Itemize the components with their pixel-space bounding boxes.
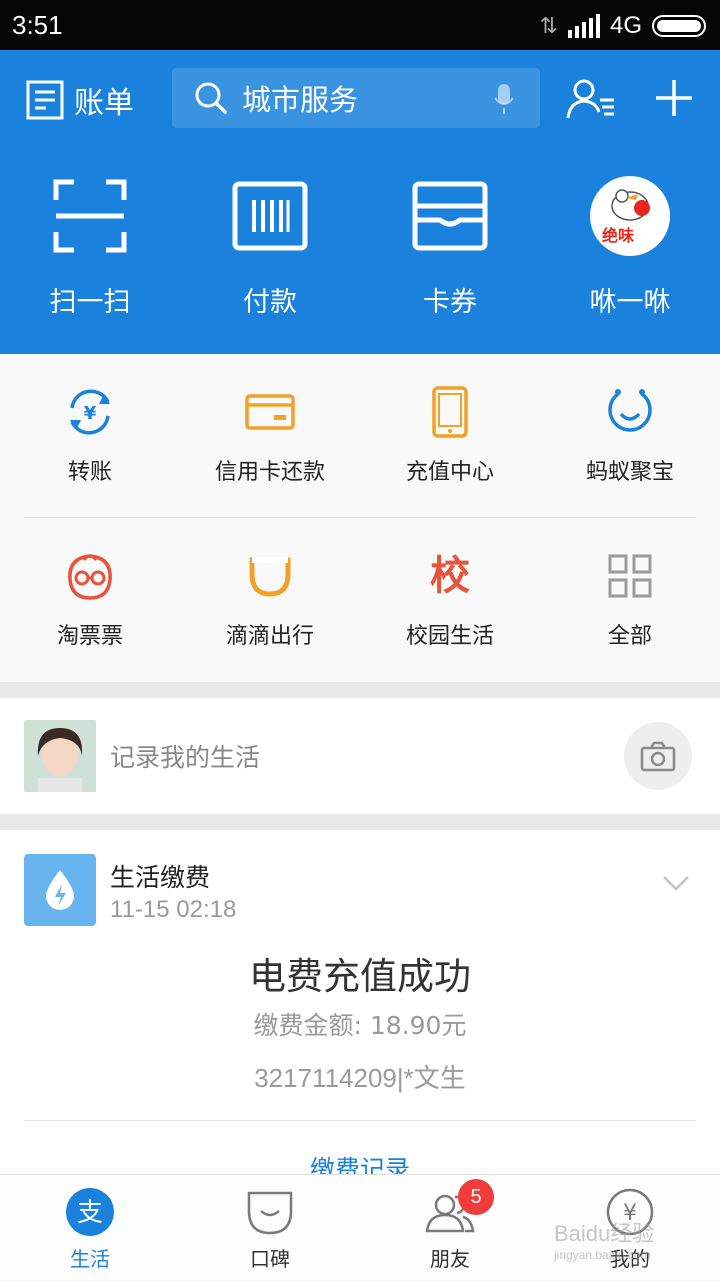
record-life-bar[interactable]: 记录我的生活 — [0, 698, 720, 814]
search-icon — [195, 82, 227, 114]
xiu-button[interactable]: 绝味 咻一咻 — [540, 176, 720, 326]
watermark-subtext: jingyan.baidu.com — [554, 1248, 651, 1262]
ant-fortune-icon — [608, 389, 652, 432]
avatar[interactable] — [24, 720, 96, 792]
status-bar: 3:51 ⇅ 4G — [0, 0, 720, 50]
didi-icon — [249, 557, 291, 597]
service-label: 转账 — [67, 460, 112, 485]
service-campus[interactable]: 校 校园生活 — [360, 518, 540, 682]
services-row: 淘票票 滴滴出行 校 校园生活 全部 — [0, 518, 720, 682]
cards-label: 卡券 — [423, 287, 477, 318]
search-placeholder: 城市服务 — [242, 83, 359, 117]
service-label: 淘票票 — [56, 624, 123, 649]
service-didi[interactable]: 滴滴出行 — [180, 518, 360, 682]
status-indicators: ⇅ 4G — [540, 8, 706, 44]
services-row: ¥ 转账 信用卡还款 充值中心 蚂蚁聚宝 — [0, 354, 720, 518]
app-header: 账单 城市服务 — [0, 50, 720, 146]
service-ant-fortune[interactable]: 蚂蚁聚宝 — [540, 354, 720, 518]
card-coupon-icon — [412, 181, 488, 251]
top-panel: 账单 城市服务 扫一扫 付款 卡券 绝味 咻一咻 — [0, 50, 720, 354]
barcode-pay-icon — [232, 181, 308, 251]
camera-icon — [640, 741, 676, 772]
data-transfer-icon: ⇅ — [539, 13, 558, 38]
section-gap — [0, 682, 720, 698]
scan-icon — [53, 179, 127, 253]
quick-actions: 扫一扫 付款 卡券 绝味 咻一咻 — [0, 176, 720, 326]
service-label: 信用卡还款 — [214, 460, 325, 485]
scan-label: 扫一扫 — [49, 287, 131, 318]
signal-icon — [567, 14, 600, 38]
chevron-down-icon[interactable] — [662, 874, 690, 892]
network-type: 4G — [609, 12, 642, 39]
battery-icon — [652, 15, 706, 37]
grid-icon — [608, 554, 652, 598]
card-title: 生活缴费 — [110, 863, 211, 892]
transfer-icon: ¥ — [70, 389, 110, 435]
service-credit-card[interactable]: 信用卡还款 — [180, 354, 360, 518]
service-label: 充值中心 — [405, 460, 494, 485]
service-label: 滴滴出行 — [225, 624, 314, 649]
tab-friends[interactable]: 朋友 — [360, 1175, 540, 1281]
tab-life[interactable]: 支 生活 — [0, 1175, 180, 1281]
search-input[interactable]: 城市服务 — [172, 68, 540, 128]
service-all[interactable]: 全部 — [540, 518, 720, 682]
bill-label: 账单 — [74, 86, 134, 121]
taopiaopiao-icon — [68, 554, 112, 600]
watermark-text: Baidu经验 — [554, 1221, 655, 1246]
phone-recharge-icon — [432, 386, 468, 438]
cards-button[interactable]: 卡券 — [360, 176, 540, 326]
notification-badge: 5 — [458, 1179, 494, 1215]
bill-icon — [26, 80, 64, 120]
svg-text:¥: ¥ — [84, 403, 97, 424]
payment-card: 生活缴费 11-15 02:18 电费充值成功 缴费金额: 18.90元 321… — [0, 830, 720, 1184]
tab-label: 口碑 — [250, 1247, 290, 1271]
svg-text:支: 支 — [77, 1198, 103, 1228]
section-gap — [0, 814, 720, 830]
xiu-label: 咻一咻 — [589, 287, 671, 318]
service-label: 校园生活 — [405, 624, 494, 649]
card-account: 3217114209|*文生 — [254, 1063, 466, 1093]
service-recharge[interactable]: 充值中心 — [360, 354, 540, 518]
tab-koubei[interactable]: 口碑 — [180, 1175, 360, 1281]
juewei-logo: 绝味 — [590, 176, 670, 256]
record-life-text: 记录我的生活 — [110, 743, 261, 772]
bill-button[interactable]: 账单 — [26, 78, 134, 122]
camera-button[interactable] — [624, 722, 692, 790]
service-transfer[interactable]: ¥ 转账 — [0, 354, 180, 518]
status-time: 3:51 — [12, 10, 63, 40]
life-tab-icon: 支 — [66, 1188, 114, 1236]
service-taopiaopiao[interactable]: 淘票票 — [0, 518, 180, 682]
credit-card-icon — [245, 394, 295, 430]
card-amount: 缴费金额: 18.90元 — [253, 1011, 467, 1040]
campus-icon: 校 — [430, 553, 470, 599]
scan-button[interactable]: 扫一扫 — [0, 176, 180, 326]
watermark: Baidu经验 jingyan.baidu.com — [554, 1216, 684, 1266]
pay-label: 付款 — [243, 287, 297, 318]
koubei-tab-icon — [247, 1191, 293, 1235]
contacts-icon[interactable] — [566, 78, 616, 120]
tab-label: 朋友 — [430, 1247, 470, 1271]
utility-payment-icon — [24, 854, 96, 926]
card-divider — [24, 1120, 696, 1121]
card-time: 11-15 02:18 — [110, 896, 237, 923]
tab-label: 生活 — [70, 1247, 110, 1271]
pay-button[interactable]: 付款 — [180, 176, 360, 326]
add-icon[interactable] — [656, 80, 692, 116]
card-headline: 电费充值成功 — [249, 955, 471, 998]
service-label: 蚂蚁聚宝 — [585, 460, 674, 485]
services-grid: ¥ 转账 信用卡还款 充值中心 蚂蚁聚宝 淘票票 滴滴出行 校 校园生活 全部 — [0, 354, 720, 682]
microphone-icon[interactable] — [494, 84, 514, 114]
service-label: 全部 — [607, 624, 652, 649]
